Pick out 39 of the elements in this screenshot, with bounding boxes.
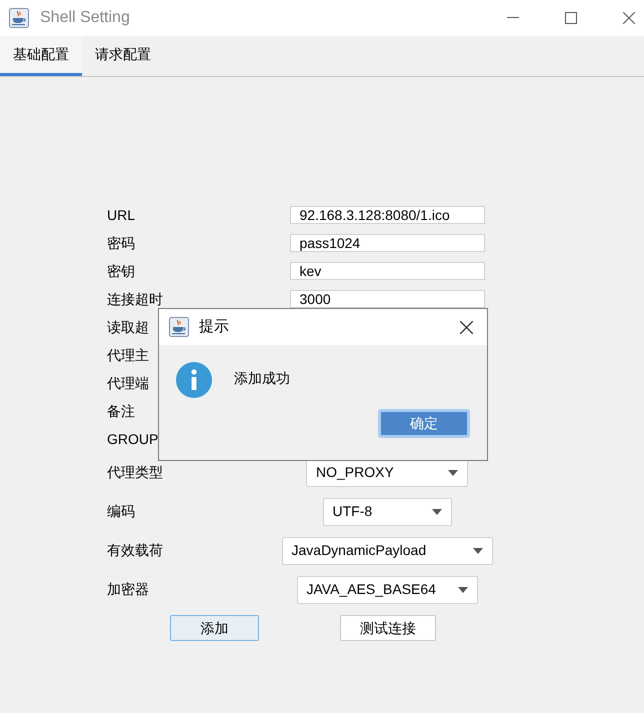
dropdown[interactable]: JavaDynamicPayload <box>282 536 492 564</box>
field-label: 代理端 <box>107 374 149 390</box>
field-label: 备注 <box>107 402 135 418</box>
field-label: GROUP <box>107 430 158 446</box>
form-button[interactable]: 添加 <box>170 615 259 641</box>
close-icon[interactable] <box>460 320 473 334</box>
dropdown-arrow-icon <box>472 548 482 554</box>
tab[interactable]: 基础配置 <box>0 36 82 76</box>
dropdown-arrow-icon <box>458 586 468 592</box>
field-label: 代理主 <box>107 346 149 362</box>
field-label: 密钥 <box>107 262 135 278</box>
field-label: 加密器 <box>107 581 149 597</box>
info-icon <box>176 362 212 398</box>
field-label: 读取超 <box>107 318 149 334</box>
dropdown[interactable]: JAVA_AES_BASE64 <box>296 576 478 604</box>
text-field[interactable]: kev <box>290 262 484 280</box>
text-field[interactable]: 92.168.3.128:8080/1.ico <box>290 206 484 224</box>
field-label: 编码 <box>107 503 135 519</box>
tab[interactable]: 请求配置 <box>82 36 164 76</box>
text-field[interactable]: 3000 <box>290 290 484 308</box>
field-label: 代理类型 <box>107 464 163 480</box>
maximize-icon[interactable] <box>565 12 577 24</box>
coffee-cup-icon <box>169 317 189 337</box>
field-label: 密码 <box>107 234 135 250</box>
ok-button[interactable]: 确定 <box>378 409 470 438</box>
dropdown-arrow-icon <box>432 508 442 514</box>
window-title: Shell Setting <box>40 8 130 28</box>
form-button[interactable]: 测试连接 <box>340 615 436 641</box>
field-label: 连接超时 <box>107 290 163 306</box>
field-label: 有效载荷 <box>107 542 163 558</box>
close-icon[interactable] <box>623 12 635 24</box>
field-label: URL <box>107 206 136 222</box>
dialog-message: 添加成功 <box>234 368 290 388</box>
coffee-cup-icon <box>9 8 29 28</box>
dropdown-arrow-icon <box>448 470 458 476</box>
dropdown[interactable]: UTF-8 <box>322 498 452 526</box>
text-field[interactable]: pass1024 <box>290 234 484 252</box>
dialog-title: 提示 <box>199 316 229 337</box>
minimize-icon[interactable] <box>507 17 519 19</box>
